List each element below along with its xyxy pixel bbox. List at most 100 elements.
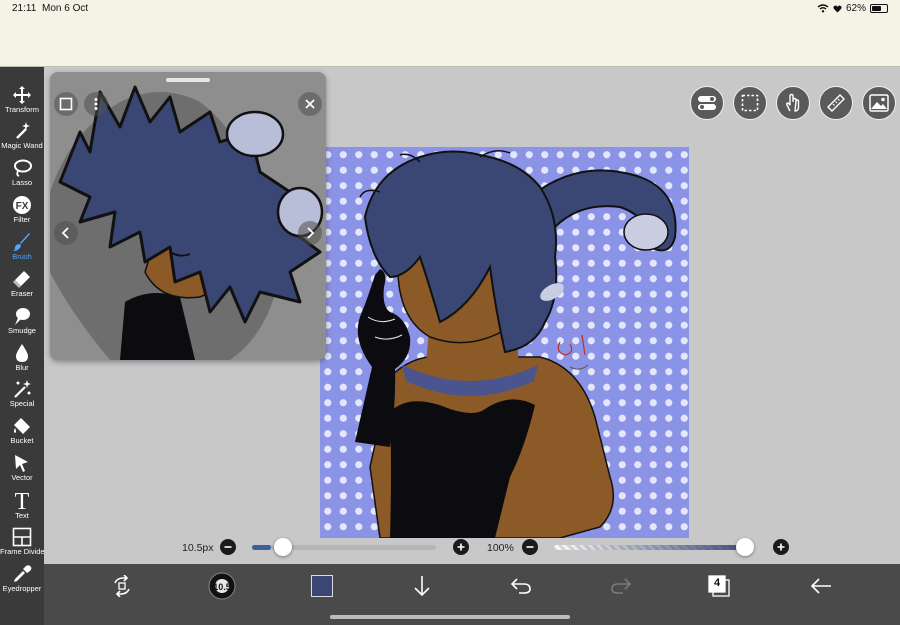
image-button[interactable] [862,86,896,120]
status-date: Mon 6 Oct [42,3,89,14]
tool-special[interactable]: Special [0,379,44,415]
status-time: 21:11 [12,3,37,14]
download-button[interactable] [410,573,434,599]
move-arrows-icon [13,86,31,104]
tool-label: Magic Wand [1,141,43,150]
toggle-button[interactable] [690,86,724,120]
lasso-icon [14,159,32,177]
transform-swap-icon [114,575,130,597]
tool-sidebar: Transform Magic Wand Lasso FX Filter Bru… [0,67,48,625]
wifi-icon [817,4,829,13]
toggle-icon [698,96,716,110]
tool-eraser[interactable]: Eraser [0,269,44,305]
special-sparkle-icon [14,380,31,398]
chevron-left-icon [61,227,69,239]
undo-button[interactable] [509,573,533,599]
layers-button[interactable]: 4 [706,573,732,599]
selection-button[interactable] [733,86,767,120]
tool-magic-wand[interactable]: Magic Wand [0,121,44,157]
svg-text:FX: FX [16,201,29,212]
slider-row: 10.5px 100% [44,535,900,561]
reference-window[interactable] [50,72,326,360]
tool-label: Blur [15,363,29,372]
close-icon [305,99,315,109]
opacity-increase-button[interactable] [773,539,789,555]
bucket-icon [14,418,30,434]
svg-text:T: T [15,489,30,511]
text-icon: T [15,489,30,511]
tool-blur[interactable]: Blur [0,343,44,379]
artwork-illustration [320,147,689,538]
reference-next-button[interactable] [298,221,322,245]
plus-icon [457,543,465,551]
tool-label: Eraser [10,289,34,298]
back-arrow-icon [810,578,831,594]
smudge-icon [15,308,30,325]
tool-bucket[interactable]: Bucket [0,416,44,452]
reference-close-button[interactable] [298,92,322,116]
opacity-decrease-button[interactable] [522,539,538,555]
tool-label: Brush [12,252,32,261]
brush-size-value: 10.5px [182,542,214,554]
back-button[interactable] [808,573,834,599]
down-arrow-icon [414,576,430,597]
eyedropper-icon [14,565,32,582]
plus-icon [777,543,785,551]
reference-drag-handle[interactable] [166,78,210,82]
reference-crop-button[interactable] [54,92,78,116]
tool-brush[interactable]: Brush [0,232,44,268]
tool-label: Filter [13,215,31,224]
ruler-icon [827,94,845,112]
tool-label: Bucket [10,436,34,445]
tool-filter[interactable]: FX Filter [0,195,44,231]
minus-icon [224,546,232,548]
tool-vector[interactable]: Vector [0,453,44,489]
status-right: 62% [817,3,888,14]
tool-label: Smudge [8,326,36,335]
tool-label: Special [9,399,35,408]
opacity-slider-knob[interactable] [736,538,754,556]
tool-eyedropper[interactable]: Eyedropper [0,564,44,600]
current-color-swatch [311,575,333,597]
tool-lasso[interactable]: Lasso [0,158,44,194]
brush-size-indicator[interactable]: 10.5 [206,572,238,600]
hand-icon [785,93,800,112]
redo-button[interactable] [609,573,633,599]
opacity-value: 100% [487,542,514,554]
hand-button[interactable] [776,86,810,120]
reference-more-button[interactable] [84,92,108,116]
tool-frame-divider[interactable]: Frame Divider [0,527,48,563]
status-bar: 21:11 Mon 6 Oct 62% [0,0,900,67]
blur-drop-icon [16,344,28,362]
tool-label: Text [15,511,29,520]
tool-text[interactable]: T Text [0,489,44,525]
chevron-right-icon [307,227,315,239]
heart-icon [833,5,842,12]
brush-icon [13,233,30,251]
selection-icon [741,94,759,112]
square-icon [59,97,73,111]
layer-count: 4 [713,577,721,589]
brush-size-slider-knob[interactable] [274,538,293,556]
brush-size-increase-button[interactable] [453,539,469,555]
frame-divider-icon [12,527,32,547]
tool-transform[interactable]: Transform [0,85,44,121]
tool-smudge[interactable]: Smudge [0,306,44,342]
tool-label: Vector [11,473,33,482]
fx-icon: FX [13,196,31,214]
artwork-canvas[interactable] [320,147,689,538]
brush-size-decrease-button[interactable] [220,539,236,555]
tool-label: Frame Divider [0,547,48,556]
battery-percent: 62% [845,3,866,14]
opacity-slider[interactable] [554,545,754,550]
ruler-button[interactable] [819,86,853,120]
tool-label: Transform [5,105,39,114]
home-indicator[interactable] [330,615,570,619]
minus-icon [526,546,534,548]
more-vertical-icon [94,98,98,110]
transform-swap-button[interactable] [108,573,136,599]
color-swatch[interactable] [309,573,335,599]
reference-prev-button[interactable] [54,221,78,245]
tool-label: Lasso [11,178,32,187]
brush-size-badge: 10.5 [213,582,231,592]
